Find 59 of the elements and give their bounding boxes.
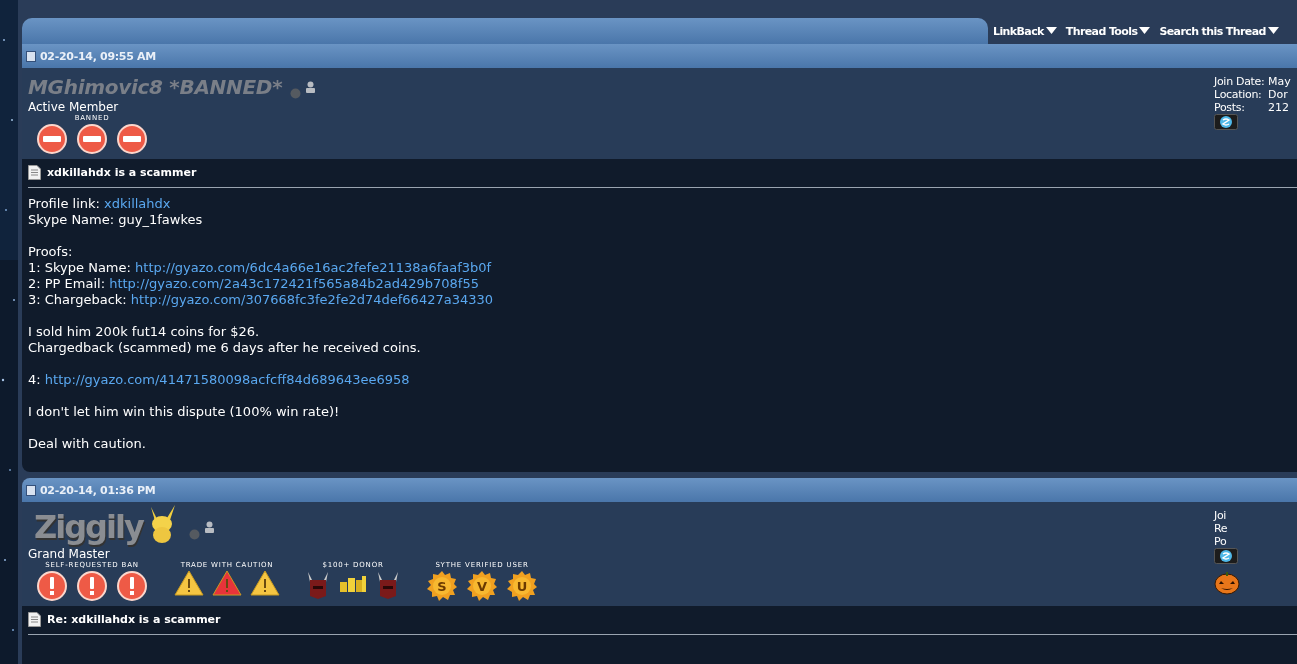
horned-helmet-icon: [376, 570, 400, 600]
info-label: Location:: [1214, 88, 1263, 101]
exclamation-icon: [36, 570, 68, 602]
info-value: May: [1268, 75, 1291, 88]
info-label: Po: [1214, 535, 1228, 548]
info-label: Re: [1214, 522, 1229, 535]
user-icon: [305, 80, 317, 93]
chat-icon[interactable]: [1214, 548, 1238, 564]
thread-menu-button[interactable]: Thread Tools: [1065, 24, 1151, 38]
post-text: Proofs:: [28, 244, 73, 259]
user-rank: Active Member: [28, 100, 120, 114]
pumpkin-icon: [1214, 569, 1240, 595]
info-label: Posts:: [1214, 101, 1246, 114]
no-entry-icon: [76, 123, 108, 155]
post-link[interactable]: http://gyazo.com/307668fc3fe2fe2d74def66427a34330: [130, 292, 493, 307]
document-icon: [28, 611, 41, 627]
post-title: Re: xdkillahdx is a scammer: [47, 612, 221, 626]
post-text: Skype Name: guy_1fawkes: [28, 212, 203, 227]
post-text: Chargedback (scammed) me 6 days after he received coins.: [28, 340, 421, 355]
offline-dot-icon: [290, 88, 302, 99]
seal-letter: S: [437, 579, 447, 594]
caret-icon: [1139, 27, 1151, 35]
exclamation-icon: [116, 570, 148, 602]
no-entry-icon: [36, 123, 68, 155]
post-text: Deal with caution.: [28, 436, 146, 451]
post-text: 2: PP Email:: [28, 276, 107, 291]
seal-letter: V: [476, 579, 488, 594]
post-date: 02-20-14, 01:36 PM: [40, 483, 156, 497]
caret-icon: [1045, 27, 1057, 35]
thread-menu-button[interactable]: Search this Thread: [1159, 24, 1279, 38]
post-link[interactable]: http://gyazo.com/41471580098acfcff84d689643ee6958: [44, 372, 410, 387]
post-text: Profile link:: [28, 196, 101, 211]
info-value: 212: [1268, 101, 1289, 114]
caret-icon: [1267, 27, 1279, 35]
post-link[interactable]: http://gyazo.com/2a43c172421f565a84b2ad429b708f55: [109, 276, 479, 291]
user-rank: Grand Master: [28, 547, 111, 561]
info-label: Join Date:: [1214, 75, 1266, 88]
user-icon: [203, 521, 215, 533]
post-icon: [26, 484, 36, 496]
exclamation-icon: [76, 570, 108, 602]
thread-menu-button[interactable]: LinkBack: [993, 24, 1057, 38]
chat-icon[interactable]: [1214, 114, 1238, 130]
seal-letter: U: [516, 579, 528, 594]
post-link[interactable]: http://gyazo.com/6dc4a66e16ac2fefe21138a6faaf3b0f: [135, 260, 492, 275]
post-text: 1: Skype Name:: [28, 260, 132, 275]
horned-helmet-icon: [306, 570, 330, 600]
post-text: I sold him 200k fut14 coins for $26.: [28, 324, 260, 339]
post-link[interactable]: xdkillahdx: [104, 196, 171, 211]
document-icon: [28, 164, 41, 180]
post-text: 3: Chargeback:: [28, 292, 128, 307]
post-date: 02-20-14, 09:55 AM: [40, 49, 156, 63]
post-text: I don't let him win this dispute (100% win rate)!: [28, 404, 340, 419]
info-label: Joi: [1214, 509, 1228, 522]
post-title: xdkillahdx is a scammer: [47, 165, 197, 179]
info-value: Dor: [1268, 88, 1288, 101]
offline-dot-icon: [188, 528, 200, 540]
post-text: 4:: [28, 372, 42, 387]
no-entry-icon: [116, 123, 148, 155]
post-icon: [26, 50, 36, 62]
